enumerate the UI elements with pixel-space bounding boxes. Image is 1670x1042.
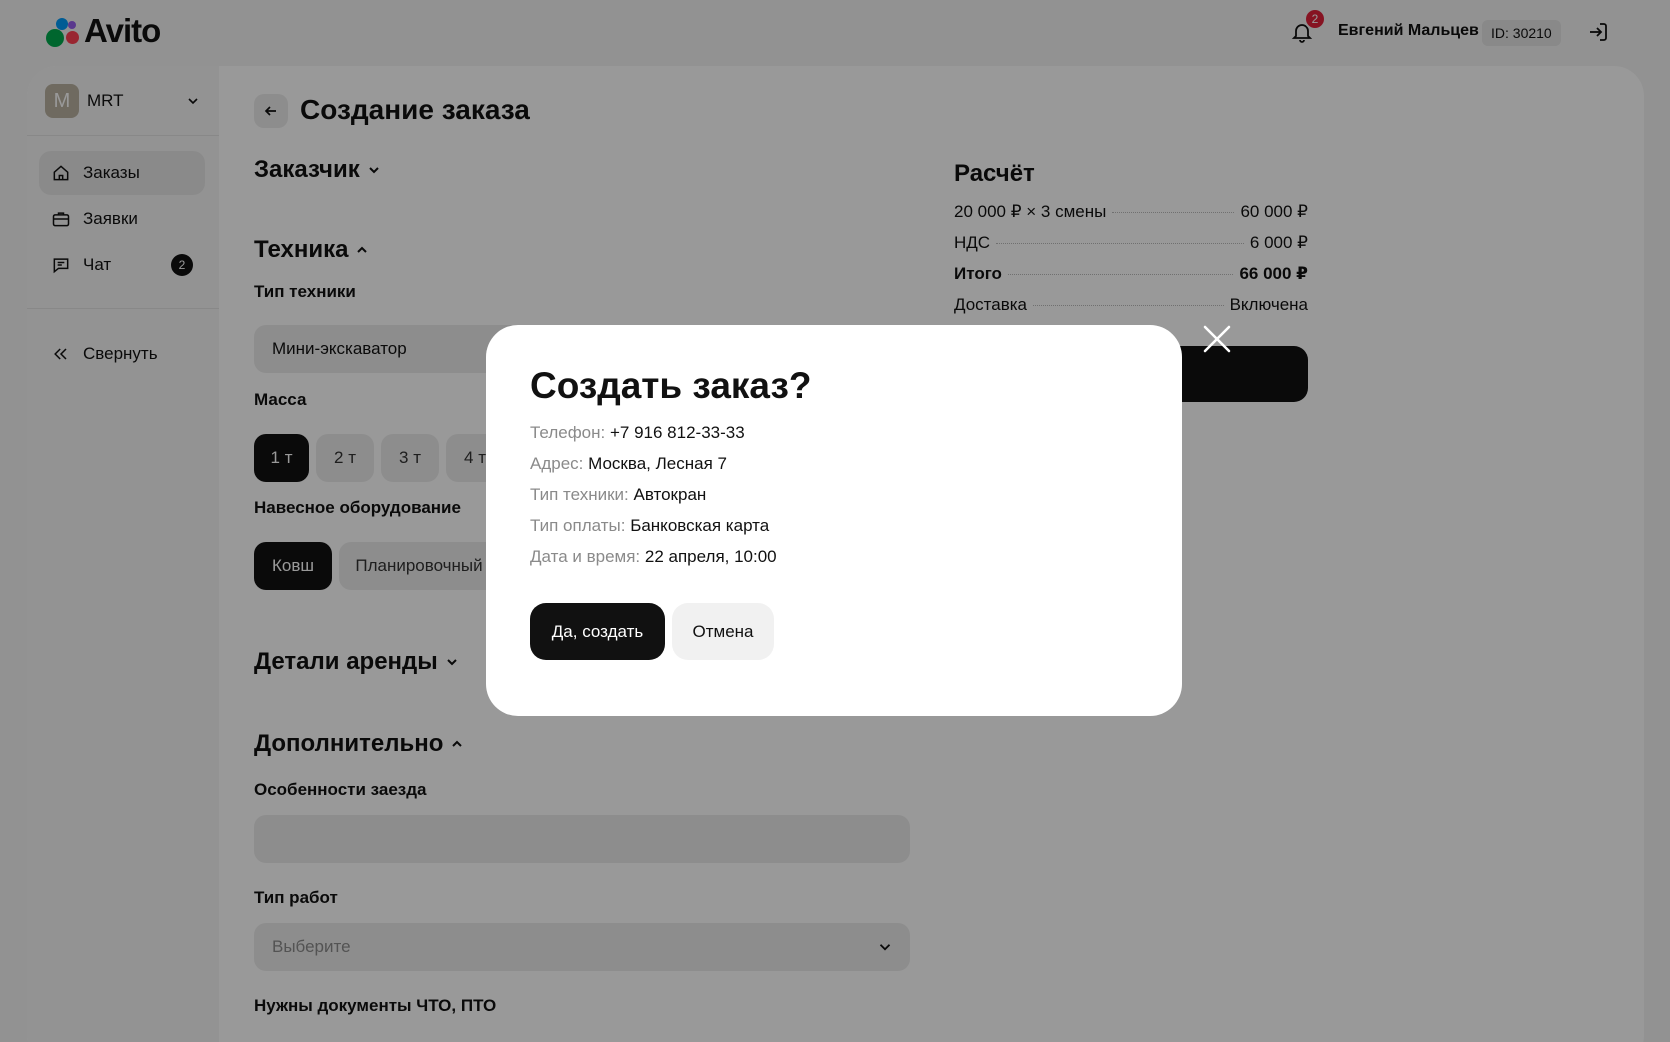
modal-line-label: Тип оплаты: (530, 516, 626, 535)
modal-line-payment: Тип оплаты: Банковская карта (530, 516, 769, 536)
confirm-order-modal: Создать заказ? Телефон: +7 916 812-33-33… (486, 325, 1182, 716)
modal-line-value: 22 апреля, 10:00 (644, 547, 777, 566)
modal-line-address: Адрес: Москва, Лесная 7 (530, 454, 727, 474)
modal-line-phone: Телефон: +7 916 812-33-33 (530, 423, 745, 443)
modal-title: Создать заказ? (530, 365, 812, 406)
modal-line-label: Тип техники: (530, 485, 629, 504)
close-icon[interactable] (1200, 322, 1234, 356)
modal-line-label: Телефон: (530, 423, 606, 442)
modal-line-value: Москва, Лесная 7 (588, 454, 727, 473)
modal-line-datetime: Дата и время: 22 апреля, 10:00 (530, 547, 777, 567)
modal-line-value: Банковская карта (630, 516, 770, 535)
modal-line-label: Дата и время: (530, 547, 641, 566)
confirm-create-button[interactable]: Да, создать (530, 603, 665, 660)
cancel-button[interactable]: Отмена (672, 603, 774, 660)
modal-line-machinery: Тип техники: Автокран (530, 485, 706, 505)
modal-line-value: Автокран (633, 485, 707, 504)
modal-line-value: +7 916 812-33-33 (609, 423, 745, 442)
modal-line-label: Адрес: (530, 454, 584, 473)
